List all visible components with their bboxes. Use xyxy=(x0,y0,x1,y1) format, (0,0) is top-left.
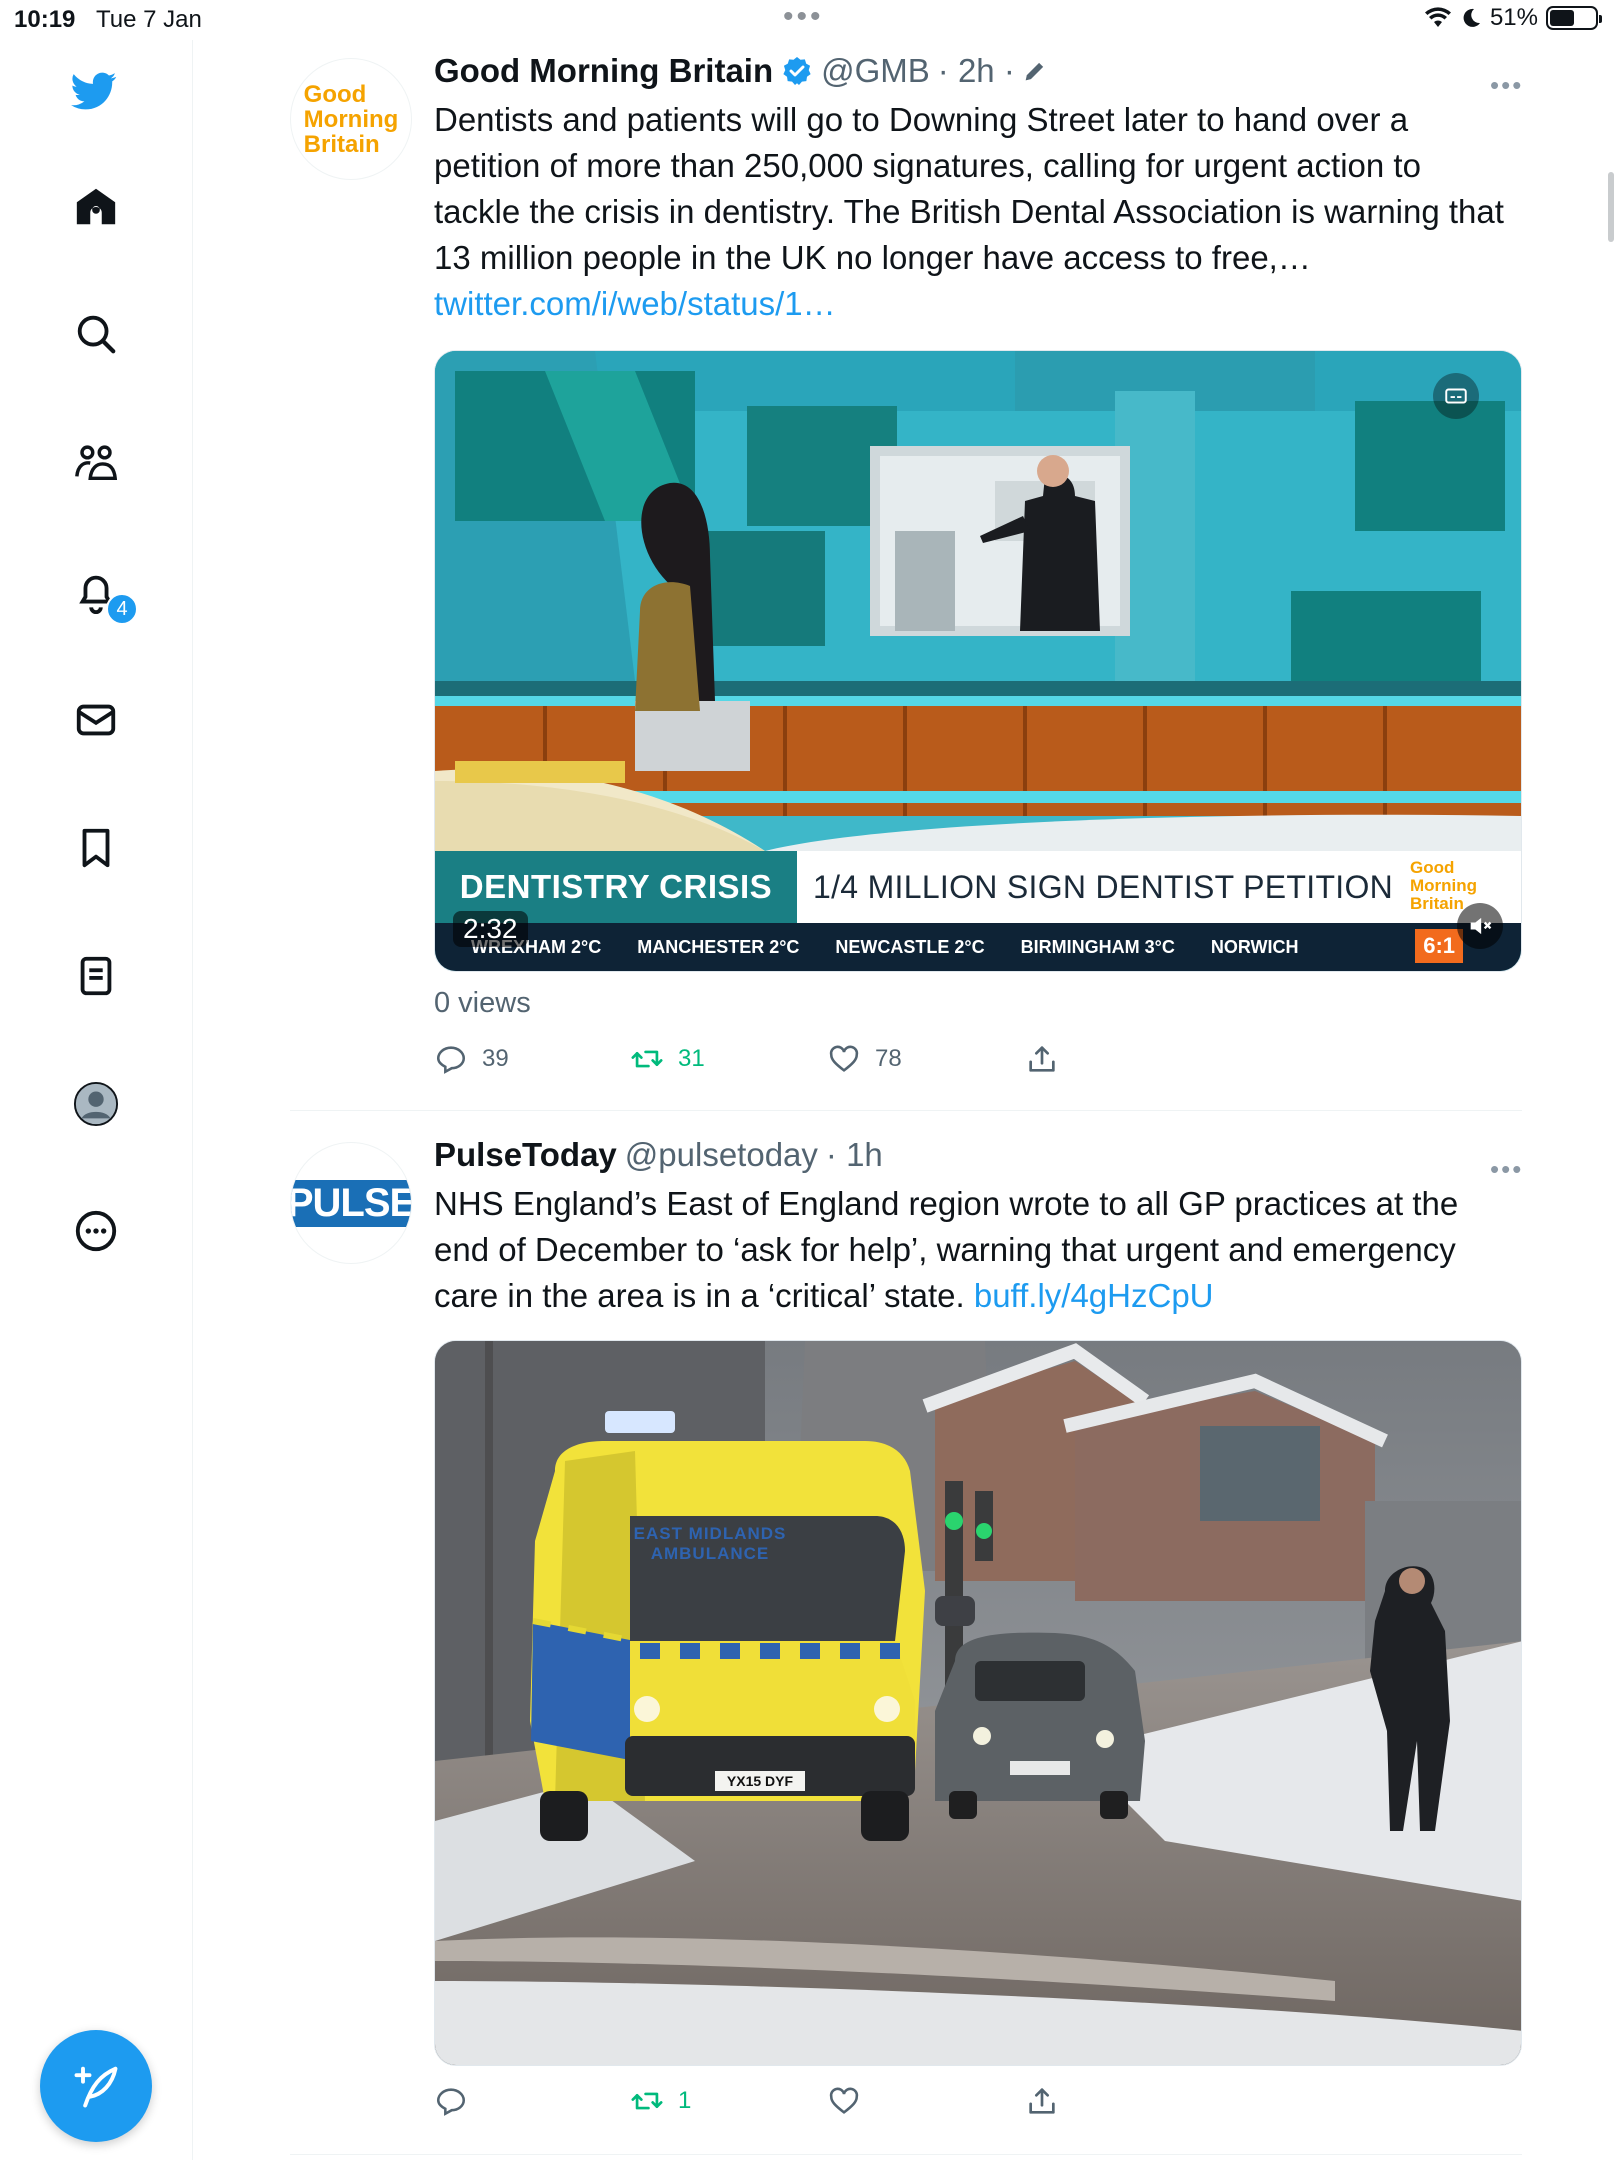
share-icon xyxy=(1029,2088,1055,2114)
like-count: 78 xyxy=(875,1045,902,1072)
heart-icon xyxy=(829,1045,859,1072)
strap-logo: Good Morning Britain xyxy=(1410,858,1478,913)
author-handle[interactable]: @GMB xyxy=(821,52,930,90)
avatar[interactable]: PULSE xyxy=(290,1142,412,1264)
tweet-actions: 1 xyxy=(434,2084,1522,2124)
news-strap: DENTISTRY CRISIS 1/4 MILLION SIGN DENTIS… xyxy=(435,851,1521,923)
messages-envelope-icon[interactable] xyxy=(70,694,122,746)
retweet-icon xyxy=(631,2092,663,2110)
feed-scrollbar[interactable] xyxy=(1608,172,1614,242)
tweet-text: NHS England’s East of England region wro… xyxy=(434,1181,1504,1319)
heart-icon xyxy=(829,2087,859,2114)
reply-icon xyxy=(436,2088,466,2116)
tweet-card[interactable]: PULSE PulseToday @pulsetoday · 1h ••• NH… xyxy=(290,1136,1522,2136)
tweet-actions: 39 31 78 xyxy=(434,1042,1522,1082)
tweet-header: PulseToday @pulsetoday · 1h xyxy=(434,1136,883,1174)
battery-icon xyxy=(1546,6,1602,30)
reply-count: 39 xyxy=(482,1045,509,1072)
reply-button[interactable] xyxy=(434,2084,482,2118)
more-options-circle-icon[interactable] xyxy=(70,1205,122,1257)
tweet-card[interactable]: Good Morning Britain Good Morning Britai… xyxy=(290,52,1522,1112)
status-date: Tue 7 Jan xyxy=(96,6,202,33)
verified-badge-icon xyxy=(783,57,811,85)
lists-icon[interactable] xyxy=(70,950,122,1002)
share-button[interactable] xyxy=(1025,1042,1059,1076)
author-name[interactable]: Good Morning Britain xyxy=(434,52,773,90)
ambulance-snow-photo xyxy=(435,1341,1521,2065)
retweet-button[interactable]: 31 xyxy=(630,1042,705,1076)
strap-subtitle: 1/4 MILLION SIGN DENTIST PETITION xyxy=(813,868,1394,905)
author-name[interactable]: PulseToday xyxy=(434,1136,617,1174)
share-button[interactable] xyxy=(1025,2084,1059,2118)
moon-icon xyxy=(1463,8,1480,27)
ticker-item: BIRMINGHAM 3°C xyxy=(1020,936,1175,957)
multitasking-dots-icon[interactable]: ••• xyxy=(783,0,824,34)
tweet-image[interactable]: EAST MIDLANDS AMBULANCE YX15 DYF xyxy=(434,1340,1522,2066)
twitter-logo-icon[interactable] xyxy=(68,65,120,117)
like-button[interactable]: 78 xyxy=(827,1042,902,1076)
communities-icon[interactable] xyxy=(70,437,122,489)
avatar[interactable]: Good Morning Britain xyxy=(290,58,412,180)
wifi-icon xyxy=(1424,7,1451,27)
tweet-time[interactable]: · 1h xyxy=(826,1136,883,1174)
tweet-divider xyxy=(290,2154,1522,2155)
mute-icon[interactable] xyxy=(1457,903,1503,949)
tweet-text: Dentists and patients will go to Downing… xyxy=(434,97,1504,327)
ambulance-label: EAST MIDLANDS AMBULANCE xyxy=(633,1524,787,1563)
tweet-video[interactable]: DENTISTRY CRISIS 1/4 MILLION SIGN DENTIS… xyxy=(434,350,1522,972)
share-icon xyxy=(1029,1046,1055,1072)
sidebar: 4 xyxy=(0,40,193,2160)
status-time: 10:19 xyxy=(14,6,76,33)
retweet-count: 1 xyxy=(678,2087,692,2114)
video-duration: 2:32 xyxy=(453,911,528,947)
ticker-item: MANCHESTER 2°C xyxy=(637,936,800,957)
compose-tweet-button[interactable] xyxy=(40,2030,152,2142)
gmb-logo: Good Morning Britain xyxy=(303,80,399,158)
ticker-clock: 6:1 xyxy=(1415,929,1463,963)
profile-avatar-icon[interactable] xyxy=(70,1078,122,1130)
search-icon[interactable] xyxy=(70,308,122,360)
ambulance-plate: YX15 DYF xyxy=(726,1773,794,1789)
tweet-link[interactable]: twitter.com/i/web/status/1… xyxy=(434,285,836,322)
view-count: 0 views xyxy=(434,987,531,1019)
status-bar: 10:19 Tue 7 Jan ••• 51% xyxy=(0,0,1620,40)
status-right: 51% xyxy=(1424,4,1602,32)
like-button[interactable] xyxy=(827,2084,875,2118)
battery-percent: 51% xyxy=(1489,4,1538,31)
reply-button[interactable]: 39 xyxy=(434,1042,509,1076)
tweet-time[interactable]: · 2h · xyxy=(938,52,1015,90)
tweet-divider xyxy=(290,1110,1522,1111)
home-icon[interactable] xyxy=(70,181,122,233)
tweet-header: Good Morning Britain @GMB · 2h · xyxy=(434,52,1049,90)
ticker-item: NEWCASTLE 2°C xyxy=(835,936,985,957)
retweet-count: 31 xyxy=(678,1045,705,1072)
bookmark-icon[interactable] xyxy=(70,822,122,874)
weather-ticker: WREXHAM 2°C MANCHESTER 2°C NEWCASTLE 2°C… xyxy=(435,923,1521,971)
notifications-badge: 4 xyxy=(106,593,138,625)
tweet-body: NHS England’s East of England region wro… xyxy=(434,1185,1459,1314)
retweet-button[interactable]: 1 xyxy=(630,2084,691,2118)
ticker-item: NORWICH xyxy=(1210,936,1299,957)
tweet-link[interactable]: buff.ly/4gHzCpU xyxy=(974,1277,1214,1314)
retweet-icon xyxy=(631,1050,663,1068)
reply-icon xyxy=(436,1046,466,1074)
pulse-logo: PULSE xyxy=(291,1179,411,1227)
captions-icon[interactable] xyxy=(1433,373,1479,419)
edited-pencil-icon xyxy=(1025,62,1043,81)
tweet-body: Dentists and patients will go to Downing… xyxy=(434,101,1504,276)
author-handle[interactable]: @pulsetoday xyxy=(625,1136,818,1174)
compose-feather-icon xyxy=(74,2066,118,2108)
